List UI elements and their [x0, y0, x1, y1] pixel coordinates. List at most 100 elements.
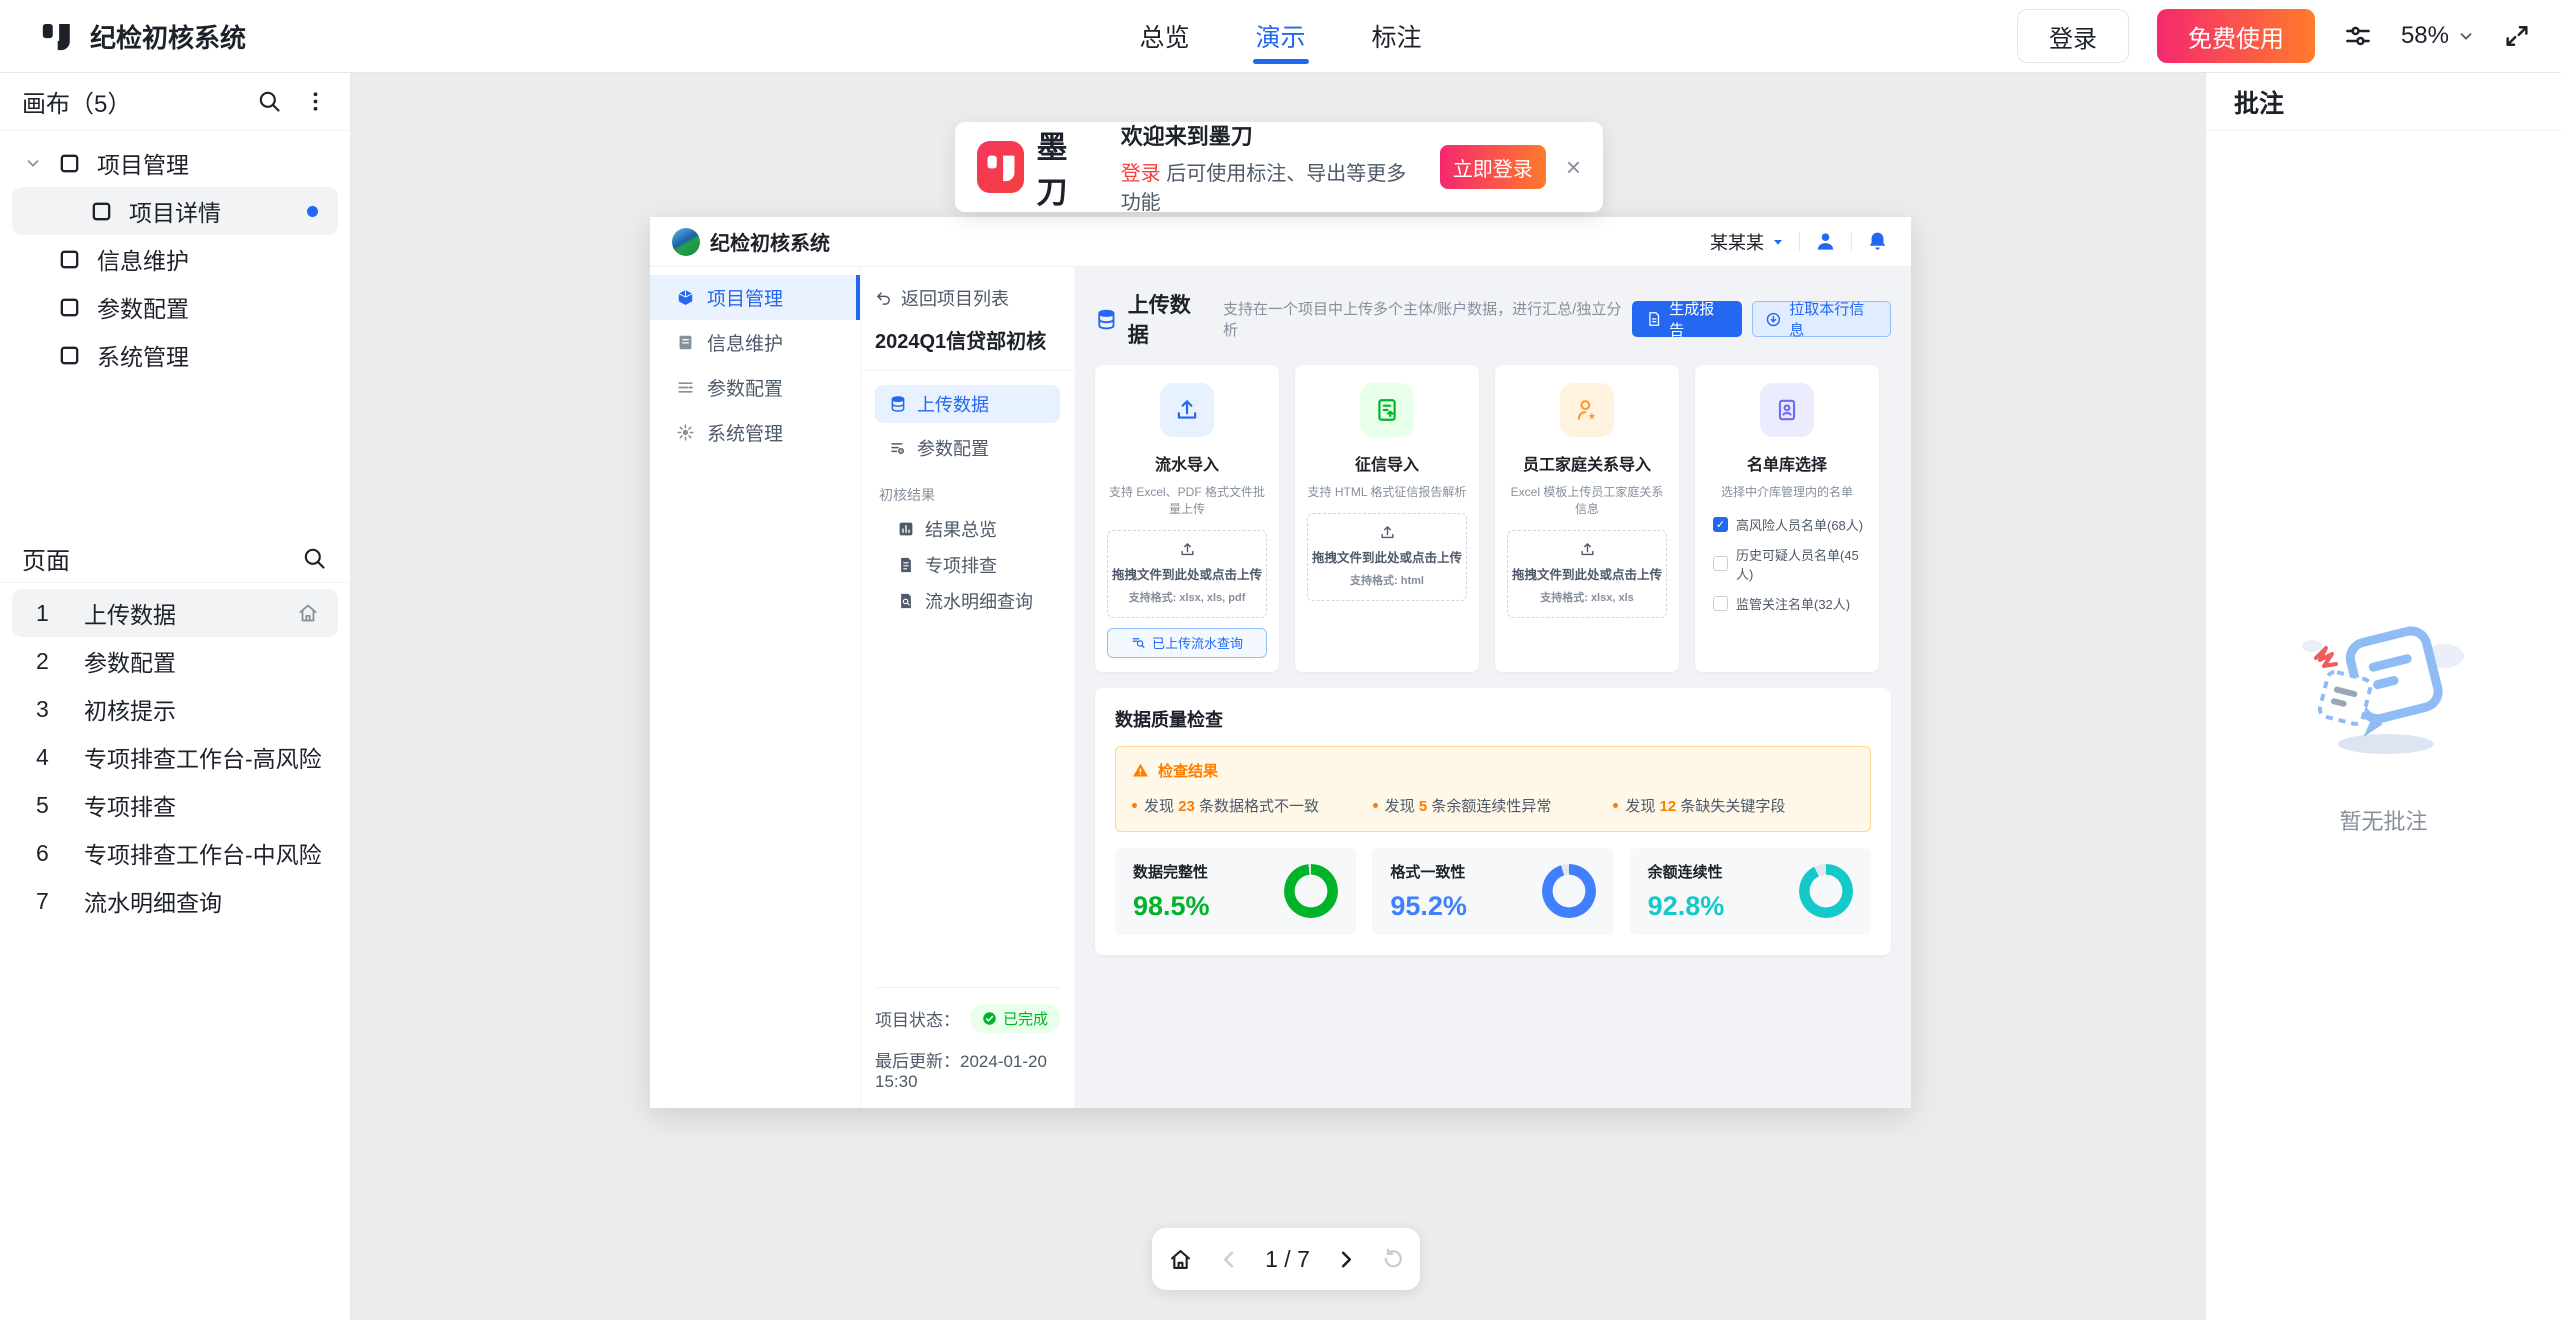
project-menu-parameter-config[interactable]: 参数配置 — [875, 429, 1060, 467]
button-label: 生成报告 — [1669, 298, 1728, 340]
banner-login-link[interactable]: 登录 — [1121, 163, 1161, 185]
frame-icon — [58, 152, 81, 175]
metric-value: 95.2% — [1390, 891, 1467, 922]
metric-value: 92.8% — [1648, 891, 1725, 922]
donut-gauge — [1799, 864, 1853, 918]
dropzone-credit[interactable]: 拖拽文件到此处或点击上传 支持格式: html — [1307, 513, 1467, 601]
canvas-item-project-detail[interactable]: 项目详情 — [12, 187, 338, 235]
list-option-history-suspect[interactable]: 历史可疑人员名单(45人) — [1713, 545, 1867, 583]
page-item-4[interactable]: 4 专项排查工作台-高风险 — [12, 733, 338, 781]
document-icon — [897, 556, 915, 574]
home-button[interactable] — [1167, 1246, 1194, 1273]
canvas-item-parameter-config[interactable]: 参数配置 — [12, 283, 338, 331]
nav-item-project-management[interactable]: 项目管理 — [650, 275, 860, 320]
canvas-item-label: 参数配置 — [97, 290, 189, 324]
preferences-icon[interactable] — [2343, 21, 2373, 51]
check-circle-icon — [982, 1011, 997, 1026]
modao-app-icon — [977, 141, 1024, 193]
frame-icon — [58, 344, 81, 367]
annotation-panel: 批注 暂无批注 — [2205, 73, 2561, 1320]
checkbox-unchecked-icon[interactable] — [1713, 556, 1728, 571]
restart-button[interactable] — [1381, 1247, 1405, 1271]
next-page-button[interactable] — [1334, 1248, 1357, 1271]
menu-label: 专项排查 — [925, 552, 997, 578]
nav-item-info-maintenance[interactable]: 信息维护 — [650, 320, 860, 365]
pages-list: 1 上传数据 2 参数配置 3 初核提示 4 专项排查工作台-高风险 5 专项排… — [0, 589, 350, 925]
upload-icon — [1160, 383, 1214, 437]
page-item-1[interactable]: 1 上传数据 — [12, 589, 338, 637]
zoom-level-dropdown[interactable]: 58% — [2401, 22, 2475, 50]
document-search-icon — [897, 592, 915, 610]
user-profile-icon[interactable] — [1814, 230, 1837, 253]
nav-label: 系统管理 — [707, 419, 783, 446]
user-name: 某某某 — [1710, 229, 1764, 255]
project-menu-upload-data[interactable]: 上传数据 — [875, 385, 1060, 423]
result-menu-overview[interactable]: 结果总览 — [875, 511, 1060, 547]
canvas-item-label: 信息维护 — [97, 242, 189, 276]
page-item-2[interactable]: 2 参数配置 — [12, 637, 338, 685]
search-icon[interactable] — [301, 545, 328, 572]
frame-icon — [90, 200, 113, 223]
metric-format-consistency: 格式一致性 95.2% — [1372, 848, 1613, 935]
upload-icon — [1179, 541, 1196, 558]
page-item-6[interactable]: 6 专项排查工作台-中风险 — [12, 829, 338, 877]
menu-label: 流水明细查询 — [925, 588, 1033, 614]
warning-triangle-icon — [1132, 762, 1149, 779]
search-icon[interactable] — [256, 88, 283, 115]
import-card-family: 员工家庭关系导入 Excel 模板上传员工家庭关系信息 拖拽文件到此处或点击上传… — [1495, 365, 1679, 672]
modao-logo-icon — [40, 19, 74, 53]
canvas-item-info-maintenance[interactable]: 信息维护 — [12, 235, 338, 283]
checkbox-unchecked-icon[interactable] — [1713, 596, 1728, 611]
person-plus-icon — [1560, 383, 1614, 437]
filter-lines-icon — [676, 378, 695, 397]
drop-text: 拖拽文件到此处或点击上传 — [1512, 564, 1662, 583]
notification-bell-icon[interactable] — [1866, 230, 1889, 253]
finding-item: 发现 5 条余额连续性异常 — [1373, 795, 1614, 816]
page-item-7[interactable]: 7 流水明细查询 — [12, 877, 338, 925]
page-label: 专项排查 — [84, 788, 176, 822]
book-icon — [676, 333, 695, 352]
canvas-item-label: 项目详情 — [129, 194, 221, 228]
nav-item-parameter-config[interactable]: 参数配置 — [650, 365, 860, 410]
free-use-button[interactable]: 免费使用 — [2157, 9, 2315, 63]
page-number: 4 — [36, 744, 64, 771]
back-to-project-list[interactable]: 返回项目列表 — [875, 285, 1060, 311]
canvas-item-project-management[interactable]: 项目管理 — [12, 139, 338, 187]
dropzone-flow[interactable]: 拖拽文件到此处或点击上传 支持格式: xlsx, xls, pdf — [1107, 530, 1267, 618]
page-item-5[interactable]: 5 专项排查 — [12, 781, 338, 829]
tab-overview[interactable]: 总览 — [1139, 0, 1189, 72]
formats-text: 支持格式: xlsx, xls, pdf — [1112, 589, 1262, 605]
previous-page-button[interactable] — [1218, 1248, 1241, 1271]
result-menu-special-check[interactable]: 专项排查 — [875, 547, 1060, 583]
user-dropdown[interactable]: 某某某 — [1710, 229, 1785, 255]
status-badge: 已完成 — [970, 1004, 1060, 1033]
tab-presentation[interactable]: 演示 — [1255, 0, 1305, 72]
dropzone-family[interactable]: 拖拽文件到此处或点击上传 支持格式: xlsx, xls — [1507, 530, 1667, 618]
page-item-3[interactable]: 3 初核提示 — [12, 685, 338, 733]
bar-chart-icon — [897, 520, 915, 538]
list-option-regulator-watch[interactable]: 监管关注名单(32人) — [1713, 594, 1867, 613]
zoom-level-value: 58% — [2401, 22, 2449, 50]
result-menu-flow-detail-query[interactable]: 流水明细查询 — [875, 583, 1060, 619]
layers-sidebar: 画布（5） 项目管理 项目详情 — [0, 73, 351, 1320]
list-option-high-risk[interactable]: ✓ 高风险人员名单(68人) — [1713, 515, 1867, 534]
tab-annotation[interactable]: 标注 — [1372, 0, 1422, 72]
close-icon[interactable]: × — [1566, 152, 1581, 183]
login-button[interactable]: 登录 — [2017, 9, 2129, 63]
fullscreen-icon[interactable] — [2503, 22, 2531, 50]
card-title: 员工家庭关系导入 — [1523, 451, 1651, 475]
card-title: 征信导入 — [1355, 451, 1419, 475]
nav-label: 参数配置 — [707, 374, 783, 401]
more-options-icon[interactable] — [303, 89, 328, 114]
nav-item-system-management[interactable]: 系统管理 — [650, 410, 860, 455]
page-number: 2 — [36, 648, 64, 675]
generate-report-button[interactable]: 生成报告 — [1632, 301, 1742, 337]
fetch-bank-info-button[interactable]: 拉取本行信息 — [1752, 301, 1891, 337]
prototype-frame: 纪检初核系统 某某某 项目管理 — [650, 217, 1911, 1108]
login-now-button[interactable]: 立即登录 — [1440, 145, 1546, 189]
empty-annotations-text: 暂无批注 — [2339, 804, 2427, 836]
option-label: 监管关注名单(32人) — [1736, 594, 1850, 613]
uploaded-flow-query-button[interactable]: 已上传流水查询 — [1107, 628, 1267, 658]
canvas-item-system-management[interactable]: 系统管理 — [12, 331, 338, 379]
checkbox-checked-icon[interactable]: ✓ — [1713, 517, 1728, 532]
